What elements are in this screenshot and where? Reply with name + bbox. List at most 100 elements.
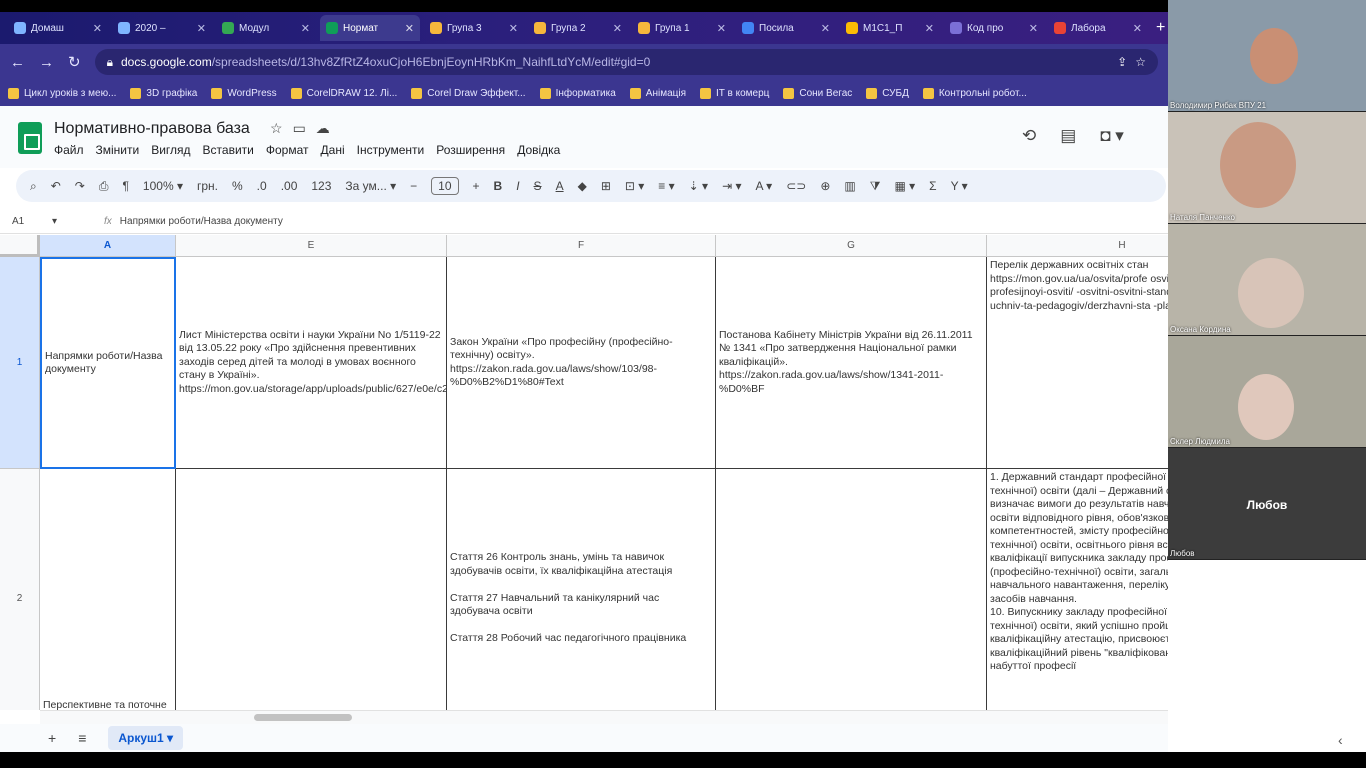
table-cell[interactable]: Перелік державних освітніх стан https://… [987, 257, 1168, 469]
close-tab-icon[interactable]: ✕ [405, 22, 414, 35]
formula-input[interactable]: Напрямки роботи/Назва документу [120, 216, 283, 227]
search-icon[interactable]: ⌕ [30, 179, 37, 194]
close-tab-icon[interactable]: ✕ [925, 22, 934, 35]
menu-item[interactable]: Файл [54, 143, 84, 157]
increase-decimal-button[interactable]: .00 [281, 179, 298, 193]
table-cell[interactable]: Напрямки роботи/Назва документу [40, 257, 176, 469]
bookmark-item[interactable]: IT в комерц [700, 87, 769, 99]
close-tab-icon[interactable]: ✕ [613, 22, 622, 35]
table-cell[interactable]: Лист Міністерства освіти і науки України… [176, 257, 447, 469]
print-icon[interactable]: ⎙ [99, 179, 109, 194]
filter-icon[interactable]: ⧩ [870, 179, 881, 194]
chart-icon[interactable]: ▥ [844, 179, 855, 193]
undo-icon[interactable]: ↶ [51, 179, 61, 193]
browser-tab[interactable]: Нормат ✕ [320, 15, 420, 41]
font-size-decrease-icon[interactable]: − [410, 179, 417, 193]
table-cell[interactable]: Стаття 26 Контроль знань, умінь та навич… [447, 469, 716, 710]
bookmark-item[interactable]: Анімація [629, 87, 686, 99]
borders-icon[interactable]: ⊞ [601, 179, 611, 193]
close-tab-icon[interactable]: ✕ [93, 22, 102, 35]
browser-tab[interactable]: Група 2 ✕ [528, 15, 628, 41]
table-cell[interactable] [176, 469, 447, 710]
browser-tab[interactable]: M1C1_П ✕ [840, 15, 940, 41]
menu-item[interactable]: Вигляд [151, 143, 190, 157]
column-header[interactable]: F [447, 235, 716, 257]
star-icon[interactable]: ☆ [270, 120, 283, 137]
strikethrough-icon[interactable]: S [534, 179, 542, 193]
decrease-decimal-button[interactable]: .0 [257, 179, 267, 193]
column-header[interactable]: A [40, 235, 176, 257]
spreadsheet-grid[interactable]: A E F G H 1 Напрямки роботи/Назва документу Лис… [0, 235, 1168, 710]
currency-format-button[interactable]: грн. [197, 179, 218, 193]
name-box[interactable]: A1 ▾ [0, 216, 90, 227]
vertical-align-icon[interactable]: ⇣ ▾ [689, 179, 708, 193]
browser-tab[interactable]: Лабора ✕ [1048, 15, 1148, 41]
cloud-status-icon[interactable]: ☁ [316, 120, 330, 137]
forward-icon[interactable]: → [39, 54, 54, 71]
font-size-increase-icon[interactable]: + [473, 179, 480, 193]
redo-icon[interactable]: ↷ [75, 179, 85, 193]
menu-item[interactable]: Вставити [203, 143, 254, 157]
close-tab-icon[interactable]: ✕ [717, 22, 726, 35]
close-tab-icon[interactable]: ✕ [197, 22, 206, 35]
scrollbar-thumb[interactable] [254, 714, 352, 721]
close-tab-icon[interactable]: ✕ [509, 22, 518, 35]
menu-item[interactable]: Формат [266, 143, 309, 157]
sheet-tab[interactable]: Аркуш1 ▾ [108, 726, 184, 750]
browser-tab[interactable]: Код про ✕ [944, 15, 1044, 41]
bookmark-item[interactable]: Corel Draw Эффект... [411, 87, 526, 99]
functions-icon[interactable]: Σ [929, 179, 936, 193]
text-color-icon[interactable]: A [556, 179, 564, 193]
back-icon[interactable]: ← [10, 54, 25, 71]
column-header[interactable]: H [987, 235, 1168, 257]
all-sheets-icon[interactable]: ≡ [78, 730, 86, 746]
meet-icon[interactable]: ◘ ▾ [1100, 126, 1124, 146]
menu-item[interactable]: Інструменти [357, 143, 425, 157]
add-sheet-icon[interactable]: + [48, 730, 56, 746]
move-folder-icon[interactable]: ▭ [293, 120, 306, 137]
link-icon[interactable]: ⊂⊃ [786, 179, 806, 193]
vertical-scrollbar[interactable] [1354, 570, 1362, 720]
reload-icon[interactable]: ↻ [68, 53, 81, 71]
close-tab-icon[interactable]: ✕ [1029, 22, 1038, 35]
history-icon[interactable]: ⟲ [1022, 126, 1036, 146]
address-bar[interactable]: 🔒︎ docs.google.com/spreadsheets/d/13hv8Z… [94, 49, 1158, 75]
close-tab-icon[interactable]: ✕ [301, 22, 310, 35]
video-tile[interactable]: Наталя Панченко [1168, 112, 1366, 224]
italic-icon[interactable]: I [516, 179, 519, 193]
bookmark-item[interactable]: Сони Вегас [783, 87, 852, 99]
font-select[interactable]: За ум... ▾ [345, 179, 396, 193]
horizontal-scrollbar[interactable] [40, 710, 1168, 724]
row-header[interactable]: 2 [0, 469, 40, 710]
star-icon[interactable]: ☆ [1135, 55, 1146, 69]
table-cell[interactable]: Постанова Кабінету Міністрів України від… [716, 257, 987, 469]
new-tab-icon[interactable]: + [1156, 19, 1165, 37]
zoom-select[interactable]: 100% ▾ [143, 179, 183, 193]
browser-tab[interactable]: Домаш ✕ [8, 15, 108, 41]
filter-views-icon[interactable]: ▦ ▾ [894, 179, 915, 193]
merge-cells-icon[interactable]: ⊡ ▾ [625, 179, 644, 193]
browser-tab[interactable]: 2020 – ✕ [112, 15, 212, 41]
bookmark-item[interactable]: CorelDRAW 12. Лі... [290, 87, 397, 99]
table-cell[interactable]: Закон України «Про професійну (професійн… [447, 257, 716, 469]
browser-tab[interactable]: Група 1 ✕ [632, 15, 732, 41]
sheets-logo-icon[interactable] [18, 122, 42, 154]
video-tile[interactable]: Володимир Рибак ВПУ 21 [1168, 0, 1366, 112]
column-header[interactable]: E [176, 235, 447, 257]
more-formats-button[interactable]: 123 [311, 179, 331, 193]
browser-tab[interactable]: Модул ✕ [216, 15, 316, 41]
table-cell[interactable]: Перспективне та поточне планування та ор… [40, 469, 176, 710]
font-size-input[interactable]: 10 [431, 177, 459, 195]
row-header[interactable]: 1 [0, 257, 40, 469]
close-tab-icon[interactable]: ✕ [821, 22, 830, 35]
bookmark-item[interactable]: WordPress [211, 87, 277, 99]
paint-format-icon[interactable]: ¶ [122, 179, 128, 193]
percent-format-button[interactable]: % [232, 179, 243, 193]
browser-tab[interactable]: Посила ✕ [736, 15, 836, 41]
video-tile[interactable]: Любов Любов [1168, 448, 1366, 560]
comment-icon[interactable]: ⊕ [820, 179, 830, 193]
video-tile[interactable]: Оксана Кордина [1168, 224, 1366, 336]
share-icon[interactable]: ⇪ [1117, 55, 1127, 69]
browser-tab[interactable]: Група 3 ✕ [424, 15, 524, 41]
bold-icon[interactable]: B [494, 179, 503, 193]
